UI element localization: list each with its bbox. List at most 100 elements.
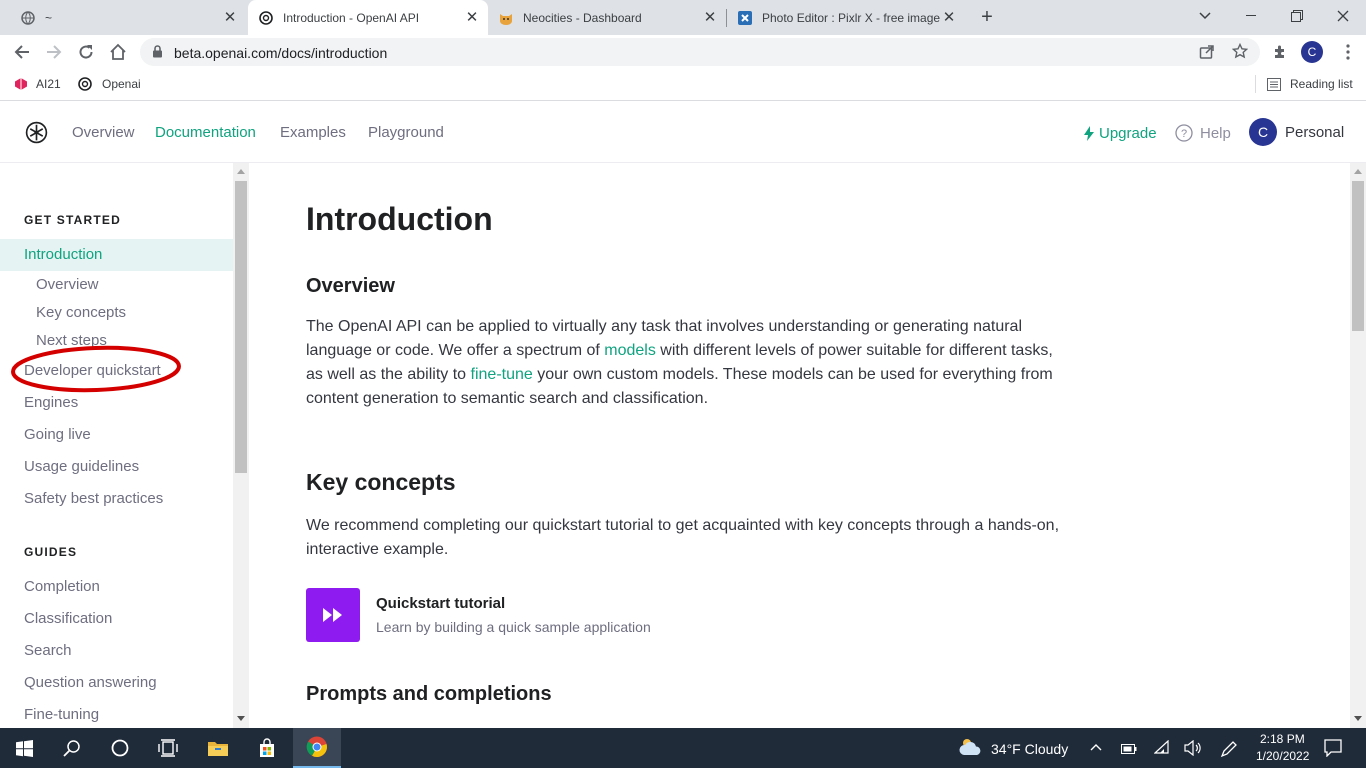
microsoft-store-icon[interactable] <box>243 728 291 768</box>
tab-home[interactable]: ~ ✕ <box>0 0 246 35</box>
sidebar-item-safety-best-practices[interactable]: Safety best practices <box>24 490 163 507</box>
nav-documentation[interactable]: Documentation <box>155 124 256 141</box>
restore-button[interactable] <box>1274 0 1320 32</box>
quickstart-card[interactable]: Quickstart tutorial Learn by building a … <box>306 588 651 642</box>
sidebar-item-usage-guidelines[interactable]: Usage guidelines <box>24 458 139 475</box>
extensions-icon[interactable] <box>1266 35 1294 69</box>
tab-title: Introduction - OpenAI API <box>283 10 420 25</box>
reading-list-button[interactable]: Reading list <box>1267 69 1353 99</box>
weather-text[interactable]: 34°F Cloudy <box>991 741 1068 757</box>
account-name: Personal <box>1285 123 1345 141</box>
close-window-button[interactable] <box>1320 0 1366 32</box>
close-icon[interactable]: ✕ <box>702 9 718 26</box>
share-icon[interactable] <box>1199 44 1215 65</box>
sidebar-item-going-live[interactable]: Going live <box>24 426 91 443</box>
tab-title: ~ <box>45 10 53 25</box>
scroll-down-arrow-icon[interactable] <box>237 716 245 722</box>
page-scrollbar-thumb[interactable] <box>1352 181 1364 331</box>
page-scrollbar[interactable] <box>1350 163 1366 728</box>
clock-date[interactable]: 1/20/2022 <box>1256 749 1309 763</box>
upgrade-link[interactable]: Upgrade <box>1083 125 1157 142</box>
windows-start-icon[interactable] <box>0 728 48 768</box>
help-label: Help <box>1200 124 1231 142</box>
browser-tab-strip: ~ ✕ Introduction - OpenAI API ✕ Neocitie… <box>0 0 1366 35</box>
tab-openai[interactable]: Introduction - OpenAI API ✕ <box>248 0 488 35</box>
page-title: Introduction <box>306 201 493 237</box>
openai-logo-icon[interactable] <box>24 120 49 150</box>
site-header: Overview Documentation Examples Playgrou… <box>0 102 1366 163</box>
sidebar-item-engines[interactable]: Engines <box>24 394 78 411</box>
close-icon[interactable]: ✕ <box>222 9 238 26</box>
key-concepts-paragraph: We recommend completing our quickstart t… <box>306 517 1060 558</box>
nav-examples[interactable]: Examples <box>280 124 346 141</box>
fine-tune-link[interactable]: fine-tune <box>471 366 533 383</box>
sidebar-scrollbar[interactable] <box>233 163 249 728</box>
bookmark-label: AI21 <box>36 77 61 91</box>
svg-text:?: ? <box>1181 128 1187 140</box>
fast-forward-icon <box>306 588 360 642</box>
bookmarks-divider <box>1255 75 1256 93</box>
menu-kebab-icon[interactable] <box>1334 35 1362 69</box>
bookmark-openai[interactable]: Openai <box>77 69 141 99</box>
sidebar-item-fine-tuning[interactable]: Fine-tuning <box>24 706 99 723</box>
sidebar-subitem-next-steps[interactable]: Next steps <box>36 332 107 349</box>
reading-list-icon <box>1267 77 1281 91</box>
ai21-icon <box>14 77 28 91</box>
openai-icon <box>77 76 93 92</box>
quickstart-subtitle: Learn by building a quick sample applica… <box>376 619 651 635</box>
cortana-icon[interactable] <box>96 728 144 768</box>
sidebar-item-question-answering[interactable]: Question answering <box>24 674 157 691</box>
close-icon[interactable]: ✕ <box>941 9 957 26</box>
tab-neocities[interactable]: Neocities - Dashboard ✕ <box>488 0 726 35</box>
forward-icon[interactable] <box>40 35 68 69</box>
section-heading-guides: GUIDES <box>24 545 78 559</box>
sidebar-item-introduction[interactable]: Introduction <box>24 246 102 263</box>
file-explorer-icon[interactable] <box>194 728 242 768</box>
pixlr-icon <box>737 10 753 26</box>
key-concepts-heading: Key concepts <box>306 469 456 495</box>
sidebar-subitem-overview[interactable]: Overview <box>36 276 99 293</box>
notifications-icon[interactable] <box>1324 739 1342 762</box>
section-heading-get-started: GET STARTED <box>24 213 121 227</box>
models-link[interactable]: models <box>604 342 656 359</box>
account-avatar: C <box>1249 118 1277 146</box>
volume-icon[interactable] <box>1184 739 1202 761</box>
scroll-up-arrow-icon[interactable] <box>237 168 245 174</box>
pen-icon[interactable] <box>1220 740 1238 763</box>
battery-icon[interactable] <box>1121 742 1137 760</box>
account-menu[interactable]: C Personal <box>1249 118 1344 146</box>
search-icon[interactable] <box>48 728 96 768</box>
sidebar-item-classification[interactable]: Classification <box>24 610 112 627</box>
bookmark-label: Openai <box>102 77 141 91</box>
nav-overview[interactable]: Overview <box>72 124 135 141</box>
close-icon[interactable]: ✕ <box>464 9 480 26</box>
new-tab-button[interactable]: + <box>972 0 1002 35</box>
lock-icon[interactable] <box>152 45 163 63</box>
tab-pixlr[interactable]: Photo Editor : Pixlr X - free image ✕ <box>727 0 965 35</box>
sidebar-subitem-key-concepts[interactable]: Key concepts <box>36 304 126 321</box>
sidebar-item-completion[interactable]: Completion <box>24 578 100 595</box>
chrome-taskbar-icon[interactable] <box>293 728 341 768</box>
bookmark-ai21[interactable]: AI21 <box>14 69 61 99</box>
clock-time[interactable]: 2:18 PM <box>1260 732 1305 746</box>
sidebar-item-search[interactable]: Search <box>24 642 72 659</box>
minimize-button[interactable] <box>1228 0 1274 32</box>
tab-search-button[interactable] <box>1182 0 1228 32</box>
home-icon[interactable] <box>104 35 132 69</box>
weather-cloud-icon[interactable] <box>958 737 982 762</box>
reload-icon[interactable] <box>72 35 100 69</box>
profile-avatar[interactable]: C <box>1301 41 1323 63</box>
chevron-up-icon[interactable] <box>1090 741 1102 759</box>
sidebar-item-developer-quickstart[interactable]: Developer quickstart <box>24 362 161 379</box>
back-icon[interactable] <box>8 35 36 69</box>
scroll-down-arrow-icon[interactable] <box>1354 716 1362 722</box>
docs-sidebar: GET STARTED Introduction Overview Key co… <box>0 163 233 728</box>
address-bar[interactable]: beta.openai.com/docs/introduction <box>140 38 1260 66</box>
help-link[interactable]: ? Help <box>1175 124 1231 142</box>
bookmark-star-icon[interactable] <box>1231 42 1249 64</box>
nav-playground[interactable]: Playground <box>368 124 444 141</box>
task-view-icon[interactable] <box>144 728 192 768</box>
sidebar-scrollbar-thumb[interactable] <box>235 181 247 473</box>
scroll-up-arrow-icon[interactable] <box>1354 168 1362 174</box>
wifi-icon[interactable] <box>1153 739 1170 759</box>
